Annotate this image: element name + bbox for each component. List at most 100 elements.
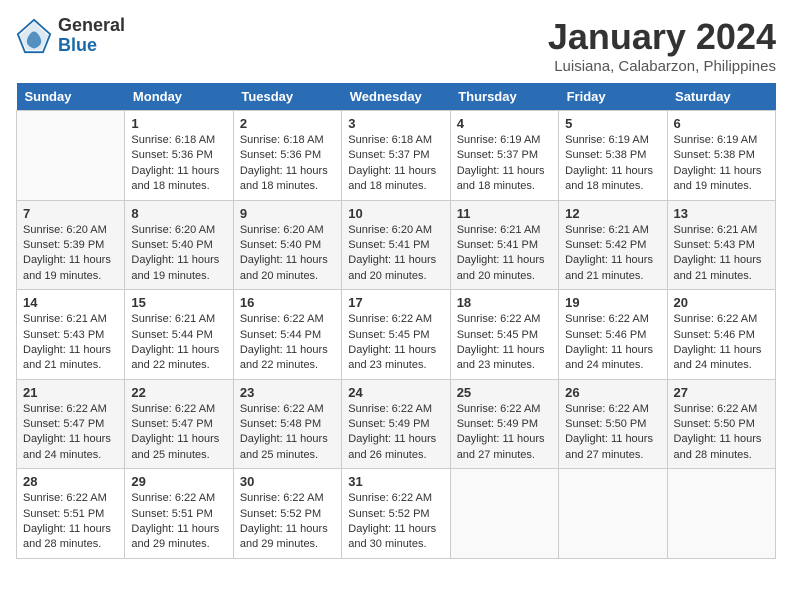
calendar-cell: 30Sunrise: 6:22 AM Sunset: 5:52 PM Dayli…	[233, 469, 341, 559]
calendar-cell	[559, 469, 667, 559]
day-info: Sunrise: 6:22 AM Sunset: 5:50 PM Dayligh…	[674, 402, 769, 464]
day-number: 28	[23, 474, 118, 489]
calendar-cell: 3 Sunrise: 6:18 AM Sunset: 5:37 PM Daylig…	[342, 111, 450, 201]
calendar-cell: 6 Sunrise: 6:19 AM Sunset: 5:38 PM Daylig…	[667, 111, 775, 201]
title-block: January 2024 Luisiana, Calabarzon, Phili…	[548, 16, 776, 75]
calendar-cell: 21 Sunrise: 6:22 AM Sunset: 5:47 PM Dayli…	[17, 379, 125, 469]
calendar-cell: 29Sunrise: 6:22 AM Sunset: 5:51 PM Dayli…	[125, 469, 233, 559]
day-number: 16	[240, 295, 335, 310]
day-number: 24	[348, 385, 443, 400]
calendar-cell	[450, 469, 558, 559]
day-number: 20	[674, 295, 769, 310]
day-number: 12	[565, 206, 660, 221]
day-number: 14	[23, 295, 118, 310]
calendar-cell: 17Sunrise: 6:22 AM Sunset: 5:45 PM Dayli…	[342, 290, 450, 380]
day-info: Sunrise: 6:19 AM Sunset: 5:38 PM Dayligh…	[674, 133, 769, 195]
day-info: Sunrise: 6:22 AM Sunset: 5:52 PM Dayligh…	[348, 491, 443, 553]
calendar-cell: 20 Sunrise: 6:22 AM Sunset: 5:46 PM Dayli…	[667, 290, 775, 380]
day-info: Sunrise: 6:21 AM Sunset: 5:44 PM Dayligh…	[131, 312, 226, 374]
day-number: 26	[565, 385, 660, 400]
day-info: Sunrise: 6:22 AM Sunset: 5:45 PM Dayligh…	[457, 312, 552, 374]
day-number: 4	[457, 116, 552, 131]
calendar-table: SundayMondayTuesdayWednesdayThursdayFrid…	[16, 83, 776, 559]
day-number: 6	[674, 116, 769, 131]
calendar-cell: 22 Sunrise: 6:22 AM Sunset: 5:47 PM Dayli…	[125, 379, 233, 469]
day-of-week-header: Wednesday	[342, 83, 450, 111]
day-info: Sunrise: 6:21 AM Sunset: 5:43 PM Dayligh…	[674, 223, 769, 285]
calendar-cell: 13Sunrise: 6:21 AM Sunset: 5:43 PM Dayli…	[667, 200, 775, 290]
day-number: 21	[23, 385, 118, 400]
logo-general: General	[58, 16, 125, 36]
day-number: 29	[131, 474, 226, 489]
calendar-week-row: 14Sunrise: 6:21 AM Sunset: 5:43 PM Dayli…	[17, 290, 776, 380]
day-number: 27	[674, 385, 769, 400]
day-number: 3	[348, 116, 443, 131]
calendar-cell: 23 Sunrise: 6:22 AM Sunset: 5:48 PM Dayli…	[233, 379, 341, 469]
calendar-cell: 18 Sunrise: 6:22 AM Sunset: 5:45 PM Dayli…	[450, 290, 558, 380]
day-of-week-header: Sunday	[17, 83, 125, 111]
day-info: Sunrise: 6:22 AM Sunset: 5:49 PM Dayligh…	[348, 402, 443, 464]
calendar-cell: 12 Sunrise: 6:21 AM Sunset: 5:42 PM Dayli…	[559, 200, 667, 290]
day-number: 7	[23, 206, 118, 221]
calendar-week-row: 21 Sunrise: 6:22 AM Sunset: 5:47 PM Dayli…	[17, 379, 776, 469]
calendar-cell: 26 Sunrise: 6:22 AM Sunset: 5:50 PM Dayli…	[559, 379, 667, 469]
calendar-cell	[667, 469, 775, 559]
day-info: Sunrise: 6:22 AM Sunset: 5:46 PM Dayligh…	[674, 312, 769, 374]
day-number: 23	[240, 385, 335, 400]
day-of-week-header: Friday	[559, 83, 667, 111]
day-number: 2	[240, 116, 335, 131]
day-info: Sunrise: 6:21 AM Sunset: 5:42 PM Dayligh…	[565, 223, 660, 285]
day-info: Sunrise: 6:20 AM Sunset: 5:41 PM Dayligh…	[348, 223, 443, 285]
day-info: Sunrise: 6:19 AM Sunset: 5:38 PM Dayligh…	[565, 133, 660, 195]
day-number: 22	[131, 385, 226, 400]
calendar-cell: 2Sunrise: 6:18 AM Sunset: 5:36 PM Daylig…	[233, 111, 341, 201]
calendar-cell: 10 Sunrise: 6:20 AM Sunset: 5:41 PM Dayli…	[342, 200, 450, 290]
day-info: Sunrise: 6:18 AM Sunset: 5:37 PM Dayligh…	[348, 133, 443, 195]
logo-blue: Blue	[58, 36, 125, 56]
day-number: 19	[565, 295, 660, 310]
day-info: Sunrise: 6:19 AM Sunset: 5:37 PM Dayligh…	[457, 133, 552, 195]
calendar-cell: 27 Sunrise: 6:22 AM Sunset: 5:50 PM Dayli…	[667, 379, 775, 469]
logo-text: General Blue	[58, 16, 125, 56]
calendar-cell: 5Sunrise: 6:19 AM Sunset: 5:38 PM Daylig…	[559, 111, 667, 201]
calendar-cell: 9Sunrise: 6:20 AM Sunset: 5:40 PM Daylig…	[233, 200, 341, 290]
day-of-week-header: Monday	[125, 83, 233, 111]
day-info: Sunrise: 6:22 AM Sunset: 5:47 PM Dayligh…	[131, 402, 226, 464]
calendar-cell: 7 Sunrise: 6:20 AM Sunset: 5:39 PM Daylig…	[17, 200, 125, 290]
page-subtitle: Luisiana, Calabarzon, Philippines	[548, 58, 776, 75]
day-info: Sunrise: 6:18 AM Sunset: 5:36 PM Dayligh…	[131, 133, 226, 195]
day-info: Sunrise: 6:22 AM Sunset: 5:52 PM Dayligh…	[240, 491, 335, 553]
day-info: Sunrise: 6:22 AM Sunset: 5:47 PM Dayligh…	[23, 402, 118, 464]
calendar-cell: 28Sunrise: 6:22 AM Sunset: 5:51 PM Dayli…	[17, 469, 125, 559]
day-number: 25	[457, 385, 552, 400]
logo: General Blue	[16, 16, 125, 56]
logo-icon	[16, 18, 52, 54]
calendar-cell: 8 Sunrise: 6:20 AM Sunset: 5:40 PM Daylig…	[125, 200, 233, 290]
day-info: Sunrise: 6:21 AM Sunset: 5:41 PM Dayligh…	[457, 223, 552, 285]
day-number: 1	[131, 116, 226, 131]
calendar-cell: 19 Sunrise: 6:22 AM Sunset: 5:46 PM Dayli…	[559, 290, 667, 380]
calendar-cell: 1 Sunrise: 6:18 AM Sunset: 5:36 PM Daylig…	[125, 111, 233, 201]
day-number: 10	[348, 206, 443, 221]
calendar-cell: 16 Sunrise: 6:22 AM Sunset: 5:44 PM Dayli…	[233, 290, 341, 380]
page-header: General Blue January 2024 Luisiana, Cala…	[16, 16, 776, 75]
day-number: 31	[348, 474, 443, 489]
day-number: 18	[457, 295, 552, 310]
calendar-cell: 24 Sunrise: 6:22 AM Sunset: 5:49 PM Dayli…	[342, 379, 450, 469]
page-title: January 2024	[548, 16, 776, 58]
day-info: Sunrise: 6:20 AM Sunset: 5:40 PM Dayligh…	[131, 223, 226, 285]
day-info: Sunrise: 6:22 AM Sunset: 5:48 PM Dayligh…	[240, 402, 335, 464]
day-of-week-header: Tuesday	[233, 83, 341, 111]
calendar-cell: 15Sunrise: 6:21 AM Sunset: 5:44 PM Dayli…	[125, 290, 233, 380]
day-info: Sunrise: 6:22 AM Sunset: 5:50 PM Dayligh…	[565, 402, 660, 464]
day-of-week-header: Saturday	[667, 83, 775, 111]
day-info: Sunrise: 6:20 AM Sunset: 5:39 PM Dayligh…	[23, 223, 118, 285]
day-info: Sunrise: 6:22 AM Sunset: 5:44 PM Dayligh…	[240, 312, 335, 374]
calendar-cell: 11 Sunrise: 6:21 AM Sunset: 5:41 PM Dayli…	[450, 200, 558, 290]
day-number: 8	[131, 206, 226, 221]
calendar-cell: 4 Sunrise: 6:19 AM Sunset: 5:37 PM Daylig…	[450, 111, 558, 201]
calendar-cell: 31 Sunrise: 6:22 AM Sunset: 5:52 PM Dayli…	[342, 469, 450, 559]
day-number: 11	[457, 206, 552, 221]
day-info: Sunrise: 6:22 AM Sunset: 5:46 PM Dayligh…	[565, 312, 660, 374]
day-info: Sunrise: 6:20 AM Sunset: 5:40 PM Dayligh…	[240, 223, 335, 285]
